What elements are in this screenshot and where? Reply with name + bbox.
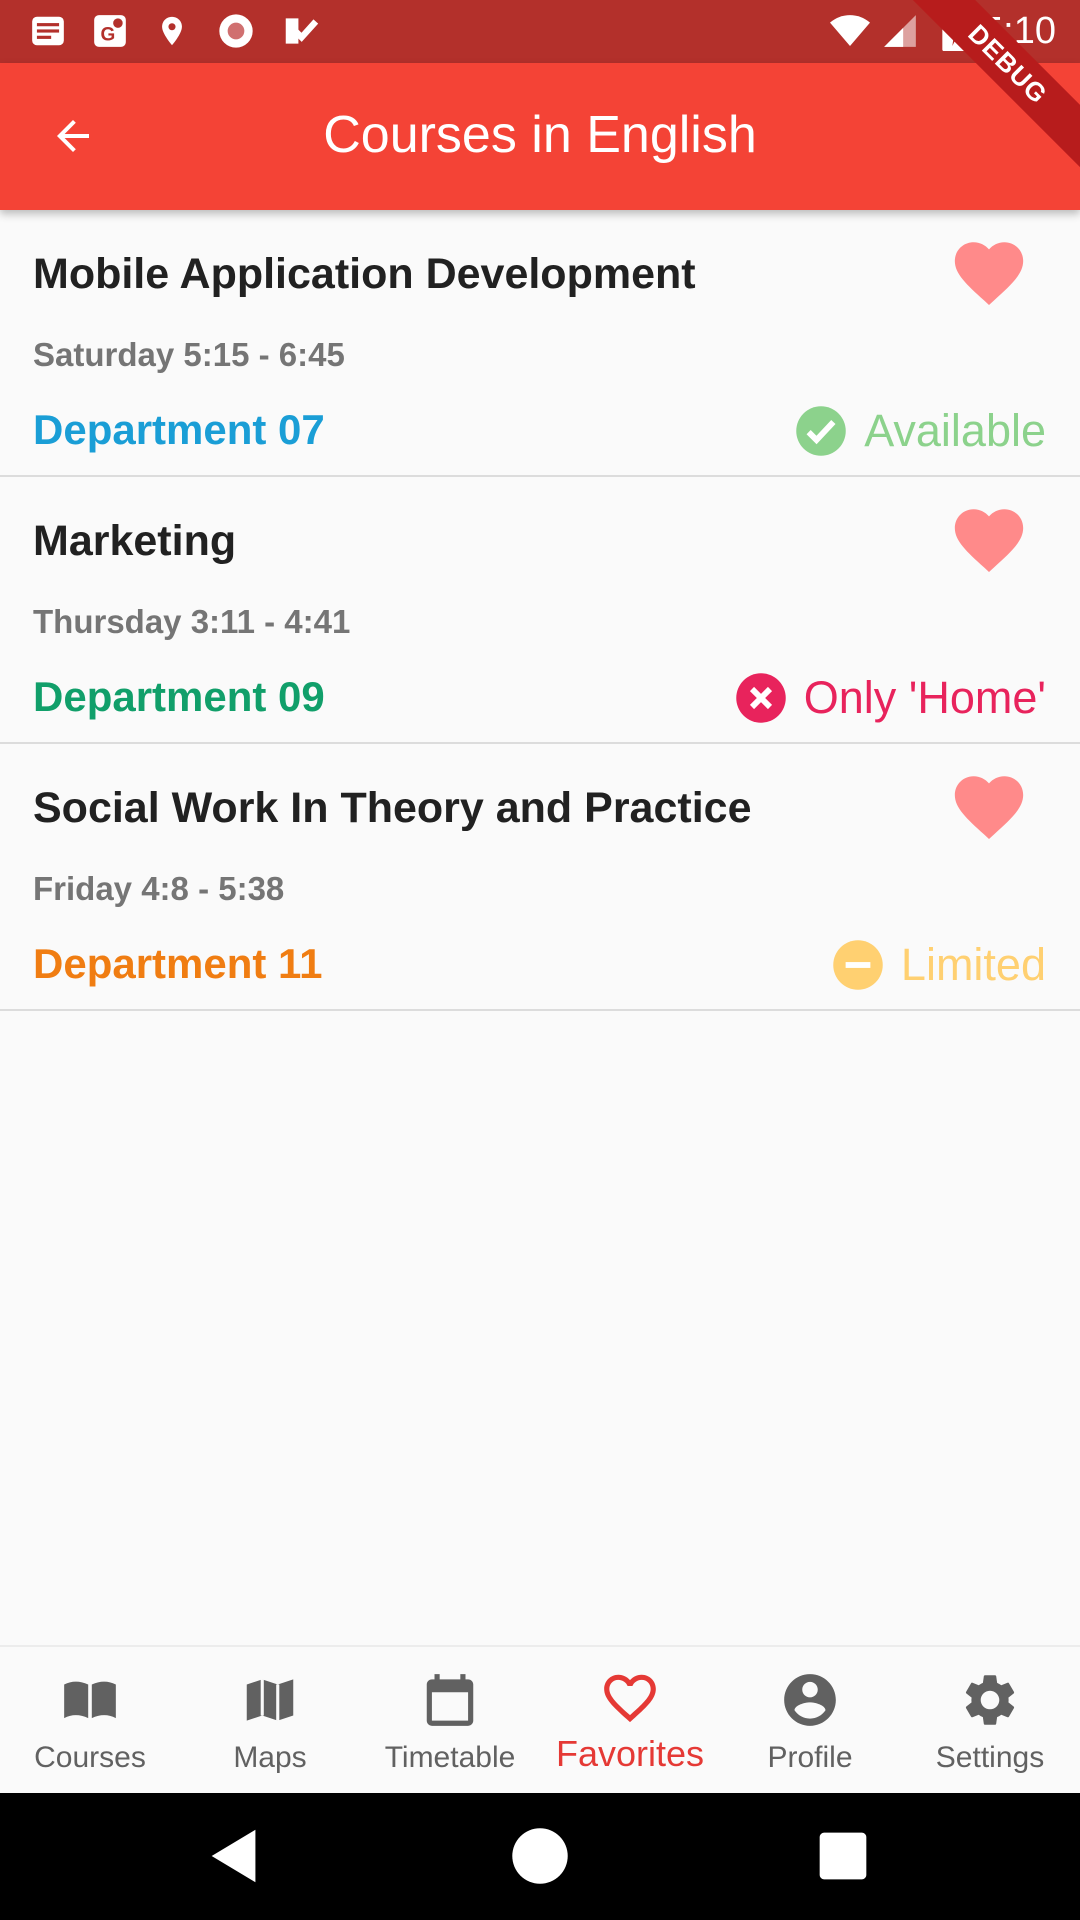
system-recents-button[interactable]: [808, 1821, 878, 1891]
status-label: Only 'Home': [803, 672, 1046, 723]
check-circle-icon: [796, 406, 846, 456]
location-pin-icon: [152, 11, 192, 51]
back-triangle-icon: [211, 1829, 256, 1883]
svg-text:G: G: [101, 25, 116, 46]
nav-label: Timetable: [384, 1741, 516, 1774]
course-list: Mobile Application Development Saturday …: [0, 210, 1080, 1011]
heart-outline-icon: [604, 1674, 656, 1723]
nav-item-maps[interactable]: Maps: [180, 1647, 360, 1793]
course-card[interactable]: Mobile Application Development Saturday …: [0, 210, 1080, 477]
cancel-circle-icon: [736, 673, 786, 723]
nav-item-profile[interactable]: Profile: [720, 1647, 900, 1793]
system-navigation-bar: [0, 1793, 1080, 1920]
heart-icon: [954, 776, 1024, 839]
favorite-button[interactable]: [948, 499, 1030, 581]
record-icon: [216, 11, 256, 51]
course-title: Marketing: [33, 517, 237, 565]
availability-status: Only 'Home': [734, 671, 1046, 725]
status-label: Limited: [900, 939, 1046, 990]
wifi-icon: [830, 11, 870, 51]
availability-status: Limited: [831, 938, 1046, 992]
favorite-button[interactable]: [948, 232, 1030, 314]
page-title: Courses in English: [323, 106, 757, 164]
course-department: Department 11: [33, 940, 323, 987]
recents-square-icon: [819, 1832, 867, 1880]
course-time: Saturday 5:15 - 6:45: [33, 336, 345, 373]
course-department: Department 07: [33, 406, 325, 453]
status-label: Available: [864, 405, 1046, 456]
nav-label: Favorites: [555, 1733, 705, 1774]
heart-icon: [954, 509, 1024, 572]
availability-status: Available: [794, 404, 1046, 458]
home-circle-icon: [512, 1828, 568, 1884]
cell-signal-icon: [880, 11, 920, 51]
heart-icon: [954, 242, 1024, 305]
favorite-button[interactable]: [948, 766, 1030, 848]
status-bar: G 5:10: [0, 0, 1080, 63]
course-department: Department 09: [33, 673, 325, 720]
nav-item-settings[interactable]: Settings: [900, 1647, 1080, 1793]
course-time: Friday 4:8 - 5:38: [33, 870, 285, 907]
nav-label: Maps: [233, 1741, 307, 1774]
course-title: Mobile Application Development: [33, 250, 696, 298]
system-back-button[interactable]: [200, 1821, 270, 1891]
nav-label: Profile: [767, 1741, 853, 1774]
news-icon: [28, 11, 68, 51]
course-card[interactable]: Social Work In Theory and Practice Frida…: [0, 744, 1080, 1011]
map-icon: [246, 1679, 294, 1721]
minus-circle-icon: [833, 940, 883, 990]
nav-label: Settings: [935, 1741, 1045, 1774]
app-bar: Courses in English: [0, 63, 1080, 210]
nav-item-favorites[interactable]: Favorites: [540, 1647, 720, 1793]
account-circle-icon: [784, 1674, 836, 1726]
book-icon: [64, 1681, 116, 1719]
calendar-icon: [426, 1674, 474, 1726]
course-card[interactable]: Marketing Thursday 3:11 - 4:41 Departmen…: [0, 477, 1080, 744]
course-time: Thursday 3:11 - 4:41: [33, 603, 351, 640]
nav-item-courses[interactable]: Courses: [0, 1647, 180, 1793]
maps-app-icon: G: [90, 11, 130, 51]
gear-icon: [965, 1675, 1015, 1725]
nav-label: Courses: [34, 1741, 146, 1774]
task-check-icon: [280, 11, 320, 51]
nav-item-timetable[interactable]: Timetable: [360, 1647, 540, 1793]
system-home-button[interactable]: [505, 1821, 575, 1891]
bottom-navigation: Courses Maps Timetable Favorites Profile…: [0, 1645, 1080, 1793]
course-title: Social Work In Theory and Practice: [33, 784, 752, 832]
